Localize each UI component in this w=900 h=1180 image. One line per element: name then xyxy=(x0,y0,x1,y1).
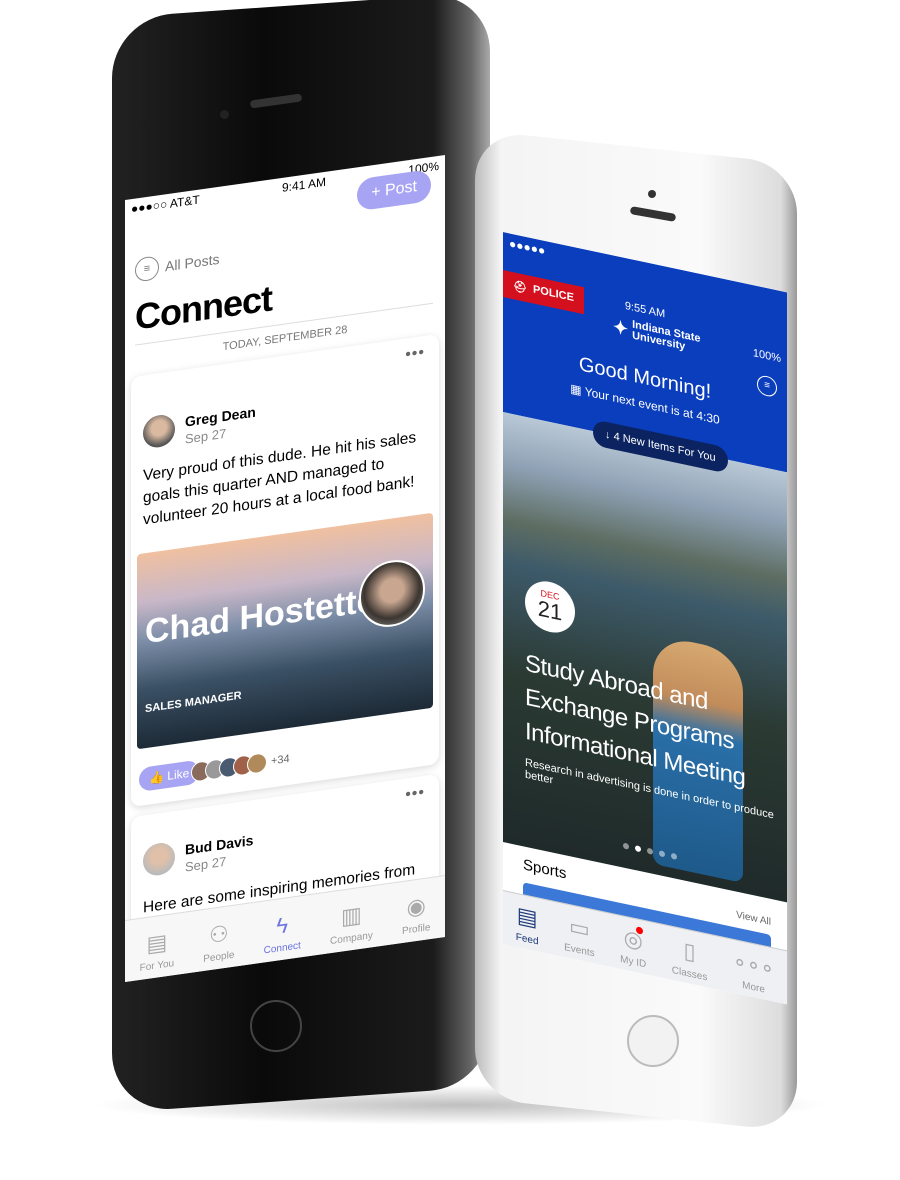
arrow-down-icon: ↓ xyxy=(605,428,614,443)
more-options-icon[interactable]: ••• xyxy=(405,344,425,365)
book-icon: ▯ xyxy=(683,937,696,965)
person-icon: ◉ xyxy=(406,892,426,921)
bolt-icon: ϟ xyxy=(276,912,289,939)
front-camera xyxy=(648,190,656,198)
tab-connect[interactable]: ϟ Connect xyxy=(264,911,301,956)
tab-more[interactable]: ∘∘∘ More xyxy=(732,947,775,998)
calendar-icon: ▭ xyxy=(568,913,590,943)
like-label: Like xyxy=(167,765,190,784)
tab-my-id[interactable]: ◎ My ID xyxy=(620,925,646,971)
filter-label: All Posts xyxy=(165,250,220,275)
building-icon: ▥ xyxy=(341,901,362,930)
avatar[interactable] xyxy=(143,840,175,878)
feed-icon: ▤ xyxy=(516,901,538,932)
like-button[interactable]: 👍 Like xyxy=(139,759,200,793)
newspaper-icon: ▤ xyxy=(146,929,168,957)
clock: 9:41 AM xyxy=(281,174,327,195)
tab-for-you[interactable]: ▤ For You xyxy=(140,929,174,974)
view-all-link[interactable]: View All xyxy=(736,910,771,928)
signal: ●●●●● xyxy=(509,236,546,258)
home-button[interactable] xyxy=(250,1000,302,1052)
post-date: Sep 27 xyxy=(185,425,227,447)
more-options-icon[interactable]: ••• xyxy=(405,784,425,805)
image-name: Chad Hostetter xyxy=(145,578,389,652)
liker-avatars[interactable] xyxy=(191,752,267,783)
page-title: Connect xyxy=(135,277,272,338)
front-camera xyxy=(220,110,229,119)
filter-icon: ≡ xyxy=(135,255,159,283)
tab-feed[interactable]: ▤ Feed xyxy=(516,901,539,948)
battery: 100% xyxy=(752,347,781,366)
date-badge: DEC 21 xyxy=(525,576,575,638)
portrait xyxy=(359,555,425,632)
image-role: SALES MANAGER xyxy=(145,689,242,716)
tab-people[interactable]: ⚇ People xyxy=(203,920,234,965)
section-title: Sports xyxy=(523,856,567,883)
tab-classes[interactable]: ▯ Classes xyxy=(672,936,708,983)
avatar[interactable] xyxy=(143,412,175,450)
tab-events[interactable]: ▭ Events xyxy=(564,913,595,959)
post-image[interactable]: Chad Hostetter SALES MANAGER xyxy=(137,512,433,750)
calendar-icon: ▦ xyxy=(570,381,585,399)
university-app-screen: ●●●●● ⛑ POLICE 9:55 AM ✦ Indiana State Uni… xyxy=(503,232,787,1005)
leaf-icon: ✦ xyxy=(613,315,629,340)
tab-profile[interactable]: ◉ Profile xyxy=(402,893,430,937)
post-date: Sep 27 xyxy=(185,853,227,875)
event-hero-image[interactable]: DEC 21 Study Abroad and Exchange Programs… xyxy=(503,412,787,903)
more-icon: ∘∘∘ xyxy=(732,947,775,982)
filter-button[interactable]: ≡ All Posts xyxy=(135,247,219,283)
people-icon: ⚇ xyxy=(208,920,229,949)
tab-company[interactable]: ▥ Company xyxy=(330,901,373,947)
home-button[interactable] xyxy=(627,1015,679,1067)
likes-count[interactable]: +34 xyxy=(271,753,290,768)
connect-app-screen: ●●●○○ AT&T 9:41 AM 100% + Post ≡ All Pos… xyxy=(125,155,445,983)
post-card[interactable]: ••• Greg Dean Sep 27 Very proud of this … xyxy=(131,333,439,808)
